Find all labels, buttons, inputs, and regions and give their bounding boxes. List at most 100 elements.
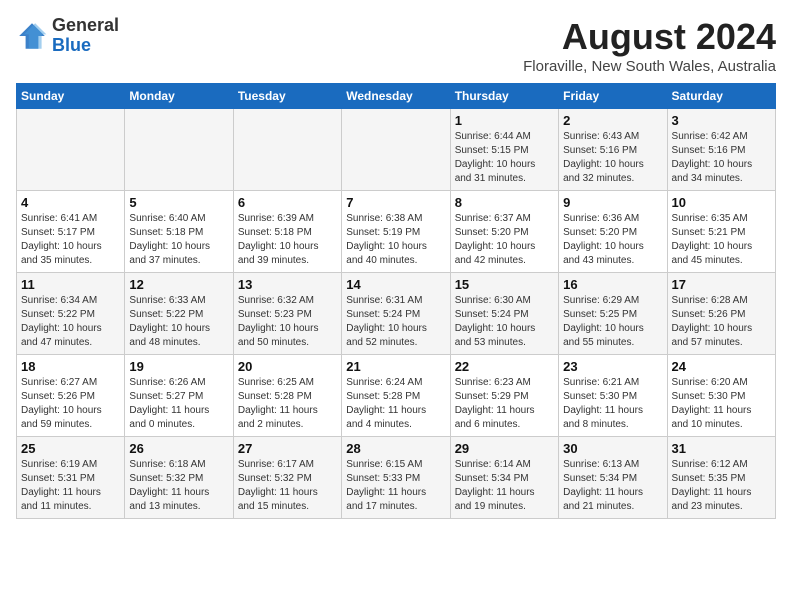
- day-info: Sunrise: 6:25 AMSunset: 5:28 PMDaylight:…: [238, 376, 337, 432]
- table-row: 24 Sunrise: 6:20 AMSunset: 5:30 PMDayligh…: [667, 355, 775, 437]
- day-info: Sunrise: 6:26 AMSunset: 5:27 PMDaylight:…: [129, 376, 228, 432]
- logo-text: General Blue: [52, 16, 119, 56]
- day-number: 30: [563, 441, 662, 456]
- table-row: 21 Sunrise: 6:24 AMSunset: 5:28 PMDayligh…: [342, 355, 450, 437]
- day-info: Sunrise: 6:15 AMSunset: 5:33 PMDaylight:…: [346, 458, 445, 514]
- logo-general: General: [52, 15, 119, 35]
- calendar-subtitle: Floraville, New South Wales, Australia: [523, 58, 776, 75]
- table-row: [125, 109, 233, 191]
- day-number: 7: [346, 195, 445, 210]
- day-info: Sunrise: 6:37 AMSunset: 5:20 PMDaylight:…: [455, 212, 554, 268]
- header-row: Sunday Monday Tuesday Wednesday Thursday…: [17, 84, 776, 109]
- day-info: Sunrise: 6:14 AMSunset: 5:34 PMDaylight:…: [455, 458, 554, 514]
- day-info: Sunrise: 6:36 AMSunset: 5:20 PMDaylight:…: [563, 212, 662, 268]
- calendar-body: 1 Sunrise: 6:44 AMSunset: 5:15 PMDaylight…: [17, 109, 776, 519]
- table-row: 10 Sunrise: 6:35 AMSunset: 5:21 PMDayligh…: [667, 191, 775, 273]
- day-number: 24: [672, 359, 771, 374]
- day-info: Sunrise: 6:34 AMSunset: 5:22 PMDaylight:…: [21, 294, 120, 350]
- day-number: 23: [563, 359, 662, 374]
- day-number: 11: [21, 277, 120, 292]
- calendar-header: Sunday Monday Tuesday Wednesday Thursday…: [17, 84, 776, 109]
- day-info: Sunrise: 6:12 AMSunset: 5:35 PMDaylight:…: [672, 458, 771, 514]
- day-number: 5: [129, 195, 228, 210]
- table-row: [342, 109, 450, 191]
- day-number: 22: [455, 359, 554, 374]
- day-info: Sunrise: 6:24 AMSunset: 5:28 PMDaylight:…: [346, 376, 445, 432]
- day-number: 4: [21, 195, 120, 210]
- logo-icon: [16, 20, 48, 52]
- day-number: 29: [455, 441, 554, 456]
- day-number: 8: [455, 195, 554, 210]
- day-number: 16: [563, 277, 662, 292]
- day-number: 27: [238, 441, 337, 456]
- week-row-3: 18Sunrise: 6:27 AMSunset: 5:26 PMDayligh…: [17, 355, 776, 437]
- day-number: 10: [672, 195, 771, 210]
- table-row: 18Sunrise: 6:27 AMSunset: 5:26 PMDayligh…: [17, 355, 125, 437]
- day-number: 28: [346, 441, 445, 456]
- table-row: 29 Sunrise: 6:14 AMSunset: 5:34 PMDayligh…: [450, 437, 558, 519]
- table-row: 25Sunrise: 6:19 AMSunset: 5:31 PMDayligh…: [17, 437, 125, 519]
- day-info: Sunrise: 6:29 AMSunset: 5:25 PMDaylight:…: [563, 294, 662, 350]
- table-row: 22Sunrise: 6:23 AMSunset: 5:29 PMDayligh…: [450, 355, 558, 437]
- day-number: 31: [672, 441, 771, 456]
- day-info: Sunrise: 6:35 AMSunset: 5:21 PMDaylight:…: [672, 212, 771, 268]
- day-number: 3: [672, 113, 771, 128]
- day-number: 12: [129, 277, 228, 292]
- table-row: 6 Sunrise: 6:39 AMSunset: 5:18 PMDaylight…: [233, 191, 341, 273]
- day-number: 9: [563, 195, 662, 210]
- table-row: 15 Sunrise: 6:30 AMSunset: 5:24 PMDayligh…: [450, 273, 558, 355]
- day-info: Sunrise: 6:20 AMSunset: 5:30 PMDaylight:…: [672, 376, 771, 432]
- col-wednesday: Wednesday: [342, 84, 450, 109]
- table-row: 27 Sunrise: 6:17 AMSunset: 5:32 PMDayligh…: [233, 437, 341, 519]
- logo: General Blue: [16, 16, 119, 56]
- week-row-4: 25Sunrise: 6:19 AMSunset: 5:31 PMDayligh…: [17, 437, 776, 519]
- table-row: 16 Sunrise: 6:29 AMSunset: 5:25 PMDayligh…: [559, 273, 667, 355]
- table-row: 1 Sunrise: 6:44 AMSunset: 5:15 PMDaylight…: [450, 109, 558, 191]
- col-saturday: Saturday: [667, 84, 775, 109]
- day-info: Sunrise: 6:40 AMSunset: 5:18 PMDaylight:…: [129, 212, 228, 268]
- day-info: Sunrise: 6:31 AMSunset: 5:24 PMDaylight:…: [346, 294, 445, 350]
- day-info: Sunrise: 6:44 AMSunset: 5:15 PMDaylight:…: [455, 130, 554, 186]
- table-row: 2Sunrise: 6:43 AMSunset: 5:16 PMDaylight…: [559, 109, 667, 191]
- calendar-table: Sunday Monday Tuesday Wednesday Thursday…: [16, 83, 776, 519]
- logo-blue: Blue: [52, 35, 91, 55]
- day-number: 21: [346, 359, 445, 374]
- table-row: [233, 109, 341, 191]
- day-number: 15: [455, 277, 554, 292]
- table-row: 30Sunrise: 6:13 AMSunset: 5:34 PMDayligh…: [559, 437, 667, 519]
- table-row: 31 Sunrise: 6:12 AMSunset: 5:35 PMDayligh…: [667, 437, 775, 519]
- table-row: 5 Sunrise: 6:40 AMSunset: 5:18 PMDaylight…: [125, 191, 233, 273]
- table-row: 3Sunrise: 6:42 AMSunset: 5:16 PMDaylight…: [667, 109, 775, 191]
- week-row-0: 1 Sunrise: 6:44 AMSunset: 5:15 PMDaylight…: [17, 109, 776, 191]
- day-number: 6: [238, 195, 337, 210]
- day-info: Sunrise: 6:27 AMSunset: 5:26 PMDaylight:…: [21, 376, 120, 432]
- table-row: 23 Sunrise: 6:21 AMSunset: 5:30 PMDayligh…: [559, 355, 667, 437]
- col-thursday: Thursday: [450, 84, 558, 109]
- page-header: General Blue August 2024 Floraville, New…: [16, 16, 776, 75]
- table-row: 11 Sunrise: 6:34 AMSunset: 5:22 PMDayligh…: [17, 273, 125, 355]
- table-row: [17, 109, 125, 191]
- day-info: Sunrise: 6:32 AMSunset: 5:23 PMDaylight:…: [238, 294, 337, 350]
- day-info: Sunrise: 6:39 AMSunset: 5:18 PMDaylight:…: [238, 212, 337, 268]
- day-number: 20: [238, 359, 337, 374]
- table-row: 28 Sunrise: 6:15 AMSunset: 5:33 PMDayligh…: [342, 437, 450, 519]
- day-info: Sunrise: 6:38 AMSunset: 5:19 PMDaylight:…: [346, 212, 445, 268]
- col-tuesday: Tuesday: [233, 84, 341, 109]
- day-info: Sunrise: 6:18 AMSunset: 5:32 PMDaylight:…: [129, 458, 228, 514]
- day-info: Sunrise: 6:28 AMSunset: 5:26 PMDaylight:…: [672, 294, 771, 350]
- week-row-1: 4 Sunrise: 6:41 AMSunset: 5:17 PMDaylight…: [17, 191, 776, 273]
- day-number: 17: [672, 277, 771, 292]
- table-row: 4 Sunrise: 6:41 AMSunset: 5:17 PMDaylight…: [17, 191, 125, 273]
- day-number: 2: [563, 113, 662, 128]
- week-row-2: 11 Sunrise: 6:34 AMSunset: 5:22 PMDayligh…: [17, 273, 776, 355]
- day-info: Sunrise: 6:17 AMSunset: 5:32 PMDaylight:…: [238, 458, 337, 514]
- table-row: 8 Sunrise: 6:37 AMSunset: 5:20 PMDaylight…: [450, 191, 558, 273]
- table-row: 20 Sunrise: 6:25 AMSunset: 5:28 PMDayligh…: [233, 355, 341, 437]
- day-info: Sunrise: 6:21 AMSunset: 5:30 PMDaylight:…: [563, 376, 662, 432]
- table-row: 12 Sunrise: 6:33 AMSunset: 5:22 PMDayligh…: [125, 273, 233, 355]
- day-info: Sunrise: 6:30 AMSunset: 5:24 PMDaylight:…: [455, 294, 554, 350]
- day-info: Sunrise: 6:33 AMSunset: 5:22 PMDaylight:…: [129, 294, 228, 350]
- day-number: 1: [455, 113, 554, 128]
- day-info: Sunrise: 6:41 AMSunset: 5:17 PMDaylight:…: [21, 212, 120, 268]
- col-friday: Friday: [559, 84, 667, 109]
